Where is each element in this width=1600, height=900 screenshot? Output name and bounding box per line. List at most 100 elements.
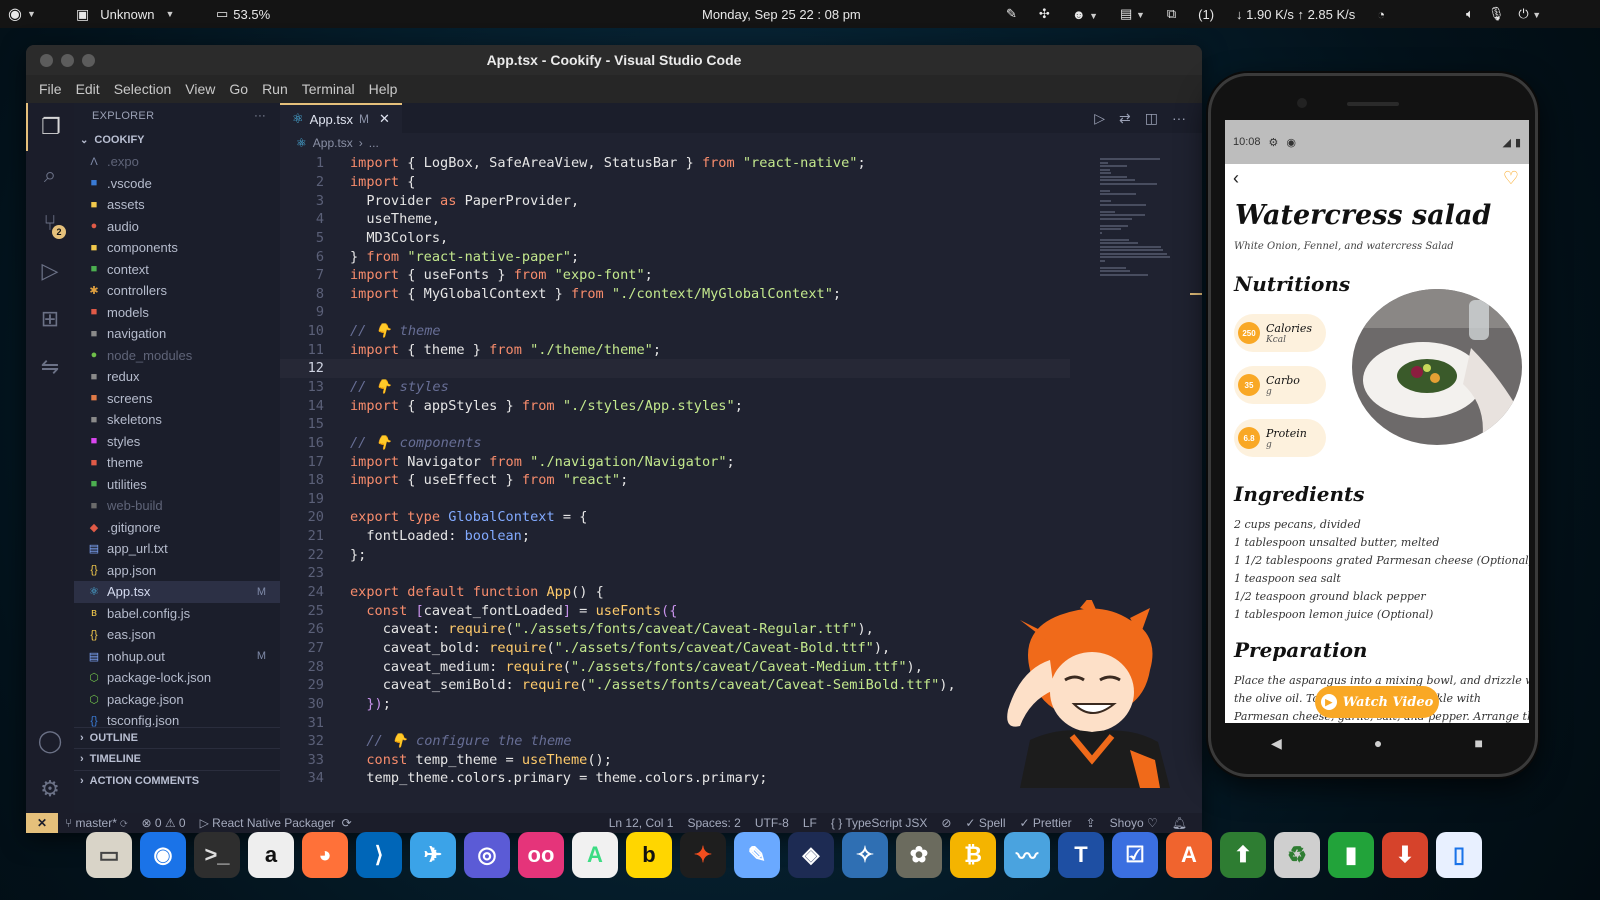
tree-item[interactable]: ⚛ App.tsx M	[74, 581, 280, 603]
tree-item[interactable]: ▤ app_url.txt	[74, 538, 280, 560]
extension-icon[interactable]: ⧉	[1167, 6, 1176, 22]
code-line[interactable]: 11 import { theme } from "./theme/theme";	[280, 340, 1070, 359]
minimize-window-button[interactable]	[61, 54, 74, 67]
remote-indicator[interactable]: ✕	[26, 813, 58, 833]
code-line[interactable]: 30 });	[280, 695, 1070, 714]
split-editor-icon[interactable]: ◫	[1145, 110, 1158, 127]
mask-icon[interactable]: ☻ ▼	[1072, 7, 1098, 22]
menu-selection[interactable]: Selection	[107, 81, 179, 97]
tree-item[interactable]: ■ skeletons	[74, 409, 280, 431]
breadcrumb-file[interactable]: App.tsx	[313, 136, 353, 150]
tree-item[interactable]: ■ models	[74, 302, 280, 324]
code-line[interactable]: 32 // 👇 configure the theme	[280, 732, 1070, 751]
menu-view[interactable]: View	[178, 81, 222, 97]
timeline-section[interactable]: › TIMELINE	[74, 748, 280, 769]
code-line[interactable]: 25 const [caveat_fontLoaded] = useFonts(…	[280, 601, 1070, 620]
source-control-icon[interactable]: ⑂ 2	[26, 199, 74, 247]
project-folder[interactable]: ⌄ COOKIFY	[74, 129, 280, 151]
dock-app-pipe-icon[interactable]: ▮	[1328, 832, 1374, 878]
code-line[interactable]: 17 import Navigator from "./navigation/Na…	[280, 452, 1070, 471]
dock-app-gimp-icon[interactable]: ✿	[896, 832, 942, 878]
dock-app-github-icon[interactable]: ◎	[464, 832, 510, 878]
code-line[interactable]: 5 MD3Colors,	[280, 229, 1070, 248]
tree-item[interactable]: ■ context	[74, 259, 280, 281]
dock-app-downloader-icon[interactable]: ⬇	[1382, 832, 1428, 878]
code-line[interactable]: 18 import { useEffect } from "react";	[280, 471, 1070, 490]
dock-app-fox-icon[interactable]: ✧	[842, 832, 888, 878]
dock-app-notes-icon[interactable]: ✎	[734, 832, 780, 878]
code-line[interactable]: 6} from "react-native-paper";	[280, 247, 1070, 266]
dock-app-figma-icon[interactable]: ✦	[680, 832, 726, 878]
dock-app-files-icon[interactable]: ▭	[86, 832, 132, 878]
mic-icon[interactable]: 🎙︎	[1488, 6, 1505, 22]
action-comments-section[interactable]: › ACTION COMMENTS	[74, 770, 280, 791]
dock-app-bluetooth-share-icon[interactable]: ✈	[410, 832, 456, 878]
code-line[interactable]: 1 import { LogBox, SafeAreaView, StatusBa…	[280, 154, 1070, 173]
dock-app-flickr-icon[interactable]: oo	[518, 832, 564, 878]
nav-back-icon[interactable]: ◀	[1271, 735, 1282, 752]
run-icon[interactable]: ▷	[1094, 110, 1105, 127]
tree-item[interactable]: {} eas.json	[74, 624, 280, 646]
tree-item[interactable]: ● node_modules	[74, 345, 280, 367]
code-line[interactable]: 34 temp_theme.colors.primary = theme.col…	[280, 769, 1070, 788]
watch-video-button[interactable]: ▶ Watch Video	[1315, 686, 1439, 718]
puzzle-icon[interactable]: ✣	[1039, 6, 1050, 22]
tree-item[interactable]: ■ styles	[74, 431, 280, 453]
window-titlebar[interactable]: App.tsx - Cookify - Visual Studio Code	[26, 45, 1202, 75]
code-line[interactable]: 15	[280, 415, 1070, 434]
code-line[interactable]: 9	[280, 303, 1070, 322]
dock-app-phone-mirror-icon[interactable]: ▯	[1436, 832, 1482, 878]
clock[interactable]: Monday, Sep 25 22 : 08 pm	[702, 7, 861, 22]
dock-app-amazon-icon[interactable]: a	[248, 832, 294, 878]
tree-item[interactable]: ■ assets	[74, 194, 280, 216]
code-line[interactable]: 28 caveat_medium: require("./assets/font…	[280, 657, 1070, 676]
tree-item[interactable]: ✱ controllers	[74, 280, 280, 302]
search-icon[interactable]: ⌕	[26, 151, 74, 199]
menu-help[interactable]: Help	[362, 81, 405, 97]
tree-item[interactable]: ■ components	[74, 237, 280, 259]
menu-run[interactable]: Run	[255, 81, 295, 97]
code-line[interactable]: 3 Provider as PaperProvider,	[280, 191, 1070, 210]
menu-file[interactable]: File	[32, 81, 69, 97]
code-line[interactable]: 8 import { MyGlobalContext } from "./cont…	[280, 284, 1070, 303]
code-line[interactable]: 24 export default function App() {	[280, 583, 1070, 602]
more-actions-icon[interactable]: ···	[254, 110, 266, 122]
dock-app-trash-icon[interactable]: ♻	[1274, 832, 1320, 878]
extensions-icon[interactable]: ⊞	[26, 295, 74, 343]
settings-gear-icon[interactable]: ⚙	[26, 765, 74, 813]
dock-app-chromium-icon[interactable]: ◉	[140, 832, 186, 878]
dock-app-tasks-icon[interactable]: ☑	[1112, 832, 1158, 878]
dock-app-bitcoin-icon[interactable]: ₿	[950, 832, 996, 878]
code-line[interactable]: 13 // 👇 styles	[280, 378, 1070, 397]
code-line[interactable]: 19	[280, 490, 1070, 509]
menu-edit[interactable]: Edit	[69, 81, 107, 97]
account-icon[interactable]: ◯	[26, 717, 74, 765]
wifi-icon[interactable]: ◔	[1377, 7, 1385, 22]
tree-item[interactable]: ▤ nohup.out M	[74, 646, 280, 668]
tree-item[interactable]: ◆ .gitignore	[74, 517, 280, 539]
close-window-button[interactable]	[40, 54, 53, 67]
code-line[interactable]: 2 import {	[280, 173, 1070, 192]
dock-app-firefox-icon[interactable]: ◕	[302, 832, 348, 878]
menu-terminal[interactable]: Terminal	[295, 81, 362, 97]
tab-app-tsx[interactable]: ⚛ App.tsx M ✕	[280, 103, 402, 133]
dock-app-bitwarden-icon[interactable]: b	[626, 832, 672, 878]
code-line[interactable]: 26 caveat: require("./assets/fonts/cavea…	[280, 620, 1070, 639]
tree-item[interactable]: Λ .expo	[74, 151, 280, 173]
compare-icon[interactable]: ⇄	[1119, 110, 1131, 127]
nav-home-icon[interactable]: ●	[1374, 735, 1382, 751]
notification-count[interactable]: (1)	[1198, 7, 1214, 22]
tree-item[interactable]: ■ utilities	[74, 474, 280, 496]
dock-app-mustache-icon[interactable]: 〰	[1004, 832, 1050, 878]
code-line[interactable]: 7 import { useFonts } from "expo-font";	[280, 266, 1070, 285]
code-line[interactable]: 16 // 👇 components	[280, 434, 1070, 453]
battery-indicator[interactable]: ▭ 53.5%	[216, 6, 270, 22]
network-speed[interactable]: ↓ 1.90 K/s ↑ 2.85 K/s	[1236, 7, 1355, 22]
code-line[interactable]: 31	[280, 713, 1070, 732]
tree-item[interactable]: ■ theme	[74, 452, 280, 474]
more-actions-icon[interactable]: ···	[1172, 110, 1186, 127]
dock-app-t-app-icon[interactable]: T	[1058, 832, 1104, 878]
tree-item[interactable]: {} app.json	[74, 560, 280, 582]
minimap[interactable]	[1100, 158, 1178, 276]
tree-item[interactable]: ■ navigation	[74, 323, 280, 345]
